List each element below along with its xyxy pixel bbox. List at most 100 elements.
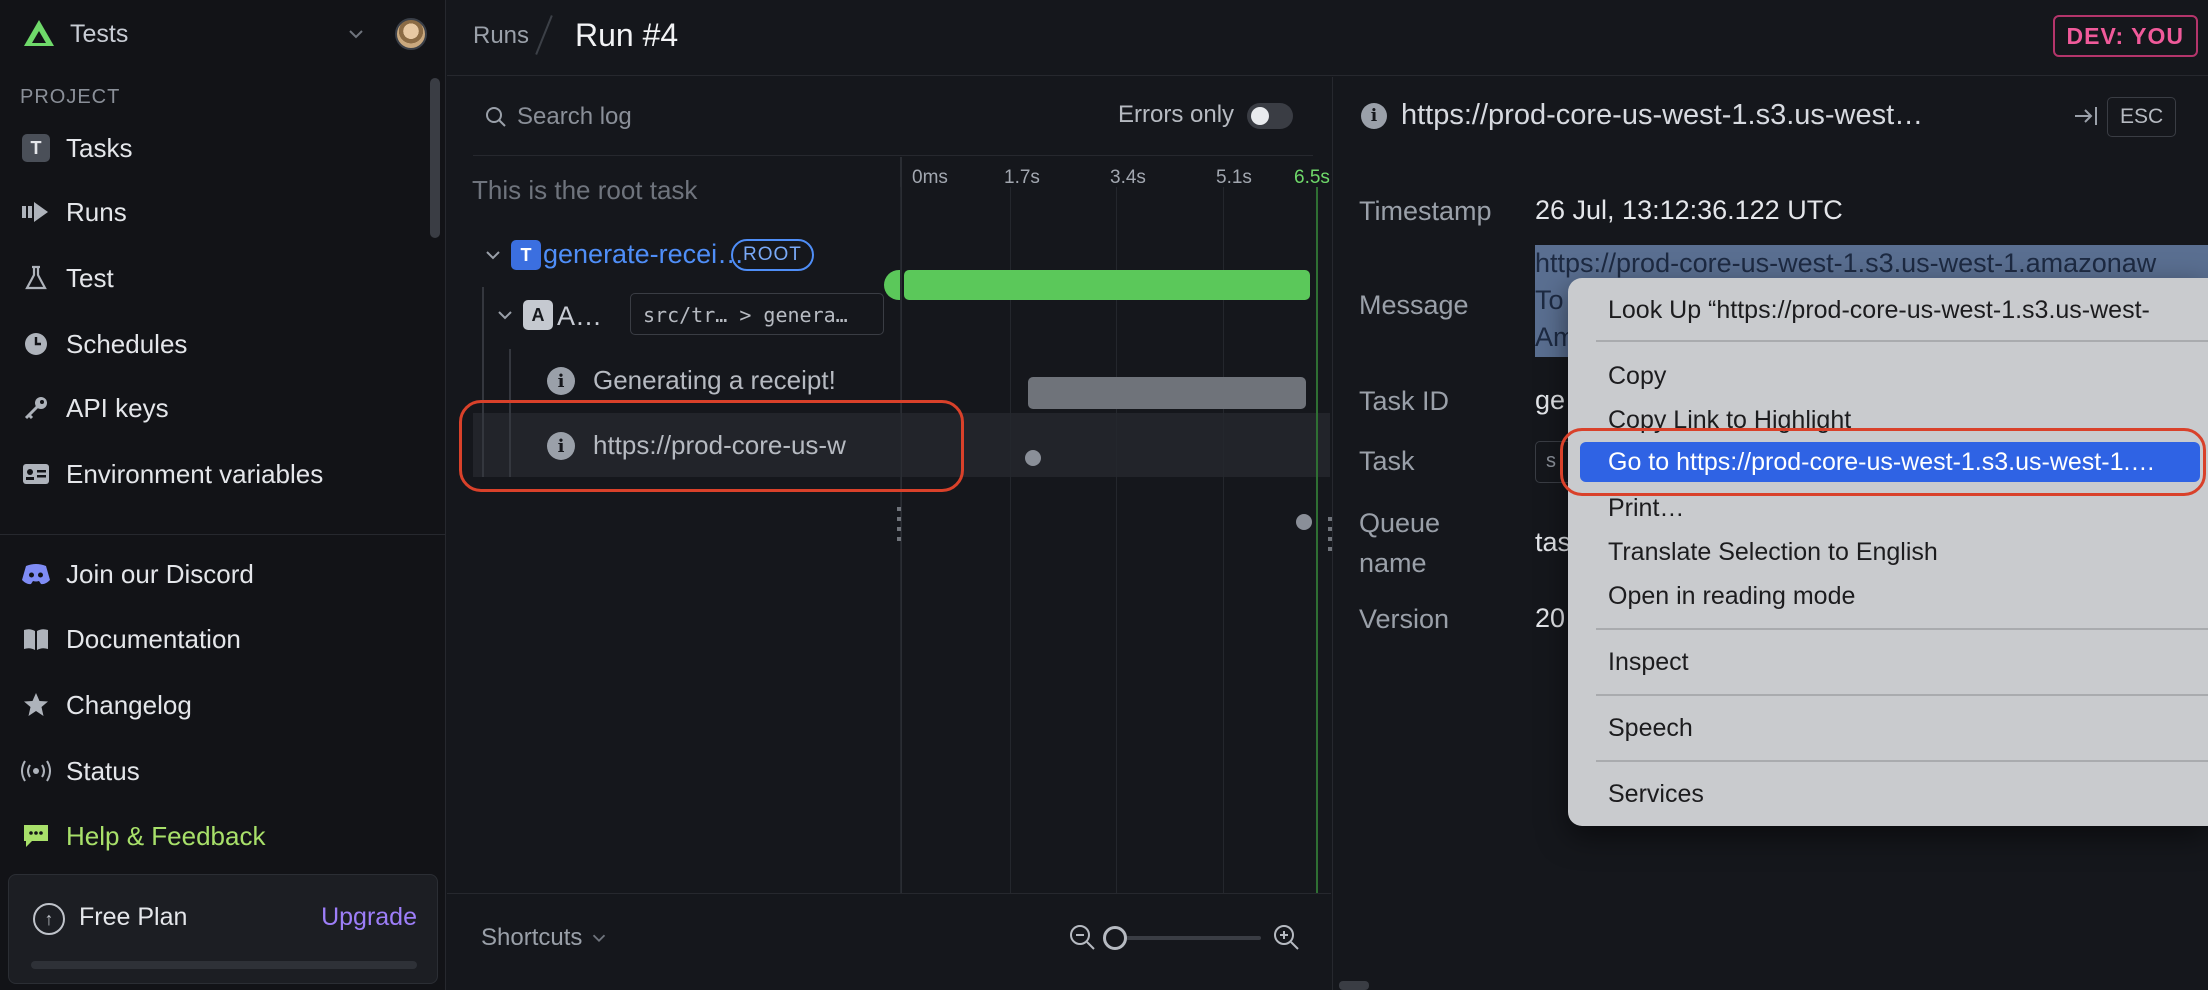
zoom-slider-track[interactable] <box>1109 936 1261 940</box>
timestamp-value: 26 Jul, 13:12:36.122 UTC <box>1535 195 1843 225</box>
collapse-panel-icon[interactable] <box>2071 101 2101 131</box>
sidebar-item-documentation[interactable]: Documentation <box>20 617 420 661</box>
chat-icon <box>20 820 52 852</box>
timeline-bar-attempt[interactable] <box>1028 377 1306 409</box>
task-label: Task <box>1359 446 1415 476</box>
key-icon <box>20 392 52 424</box>
sidebar-item-discord[interactable]: Join our Discord <box>20 552 420 596</box>
timeline-event-dot[interactable] <box>1296 514 1312 530</box>
attempt-file-path: src/tr… > genera… <box>630 293 884 335</box>
chevron-down-icon[interactable] <box>344 22 368 46</box>
timeline-gridline <box>1010 187 1011 971</box>
upgrade-link[interactable]: Upgrade <box>321 903 417 932</box>
attempt-name: A… <box>557 301 603 331</box>
shortcuts-button[interactable]: Shortcuts <box>481 924 610 952</box>
root-task-name: generate-recei… <box>543 239 745 269</box>
attempt-type-icon: A <box>523 300 553 330</box>
chevron-down-icon <box>593 934 606 943</box>
log-panel: Errors only This is the root task T gene… <box>447 77 1332 990</box>
tree-row-root-task[interactable]: T generate-recei… ROOT <box>473 225 903 285</box>
tree-row-log-event[interactable]: i Generating a receipt! <box>473 351 903 411</box>
timeline-tick: 0ms <box>912 167 948 188</box>
menu-item-print[interactable]: Print… <box>1580 488 2208 528</box>
avatar[interactable] <box>395 18 427 50</box>
log-bottom-bar: Shortcuts <box>447 893 1331 990</box>
plan-box: ↑ Free Plan Upgrade <box>8 874 438 984</box>
plan-usage-bar <box>31 961 417 969</box>
message-label: Message <box>1359 290 1469 320</box>
message-line: https://prod-core-us-west-1.s3.us-west-1… <box>1535 248 2157 278</box>
version-label: Version <box>1359 604 1450 634</box>
timeline-bar-root-task[interactable] <box>904 270 1310 300</box>
zoom-slider-thumb[interactable] <box>1103 926 1127 950</box>
errors-only-toggle[interactable] <box>1247 103 1293 129</box>
menu-separator <box>1596 628 2208 630</box>
detail-scrollbar[interactable] <box>1339 981 1369 990</box>
detail-title: i https://prod-core-us-west-1.s3.us-west… <box>1361 99 1923 132</box>
tasks-icon: T <box>22 134 50 162</box>
sidebar-item-label: Tasks <box>66 132 133 163</box>
root-badge: ROOT <box>731 239 814 271</box>
queue-name-label-line2: name <box>1359 548 1427 578</box>
sidebar-item-test[interactable]: Test <box>20 256 420 300</box>
sidebar-item-label: API keys <box>66 392 169 423</box>
chevron-down-icon[interactable] <box>493 303 517 327</box>
menu-item-reading-mode[interactable]: Open in reading mode <box>1580 576 2208 616</box>
esc-button[interactable]: ESC <box>2107 97 2177 137</box>
menu-item-copy-link-to-highlight[interactable]: Copy Link to Highlight <box>1580 400 2208 440</box>
queue-name-value: tas <box>1535 527 1572 557</box>
sidebar-scrollbar[interactable] <box>430 78 440 238</box>
sidebar-item-api-keys[interactable]: API keys <box>20 386 420 430</box>
menu-separator <box>1596 760 2208 762</box>
chevron-down-icon[interactable] <box>481 243 505 267</box>
root-task-caption: This is the root task <box>472 175 698 205</box>
tree-row-attempt[interactable]: A A… src/tr… > genera… <box>473 289 903 349</box>
plan-label: Free Plan <box>79 903 188 931</box>
menu-item-translate[interactable]: Translate Selection to English <box>1580 532 2208 572</box>
sidebar-item-tasks[interactable]: T Tasks <box>20 126 420 170</box>
version-value: 20 <box>1535 603 1566 633</box>
sidebar-item-help-feedback[interactable]: Help & Feedback <box>20 814 420 858</box>
menu-item-services[interactable]: Services <box>1580 774 2208 814</box>
timeline[interactable]: 0ms 1.7s 3.4s 5.1s 6.5s <box>884 157 1330 971</box>
menu-item-speech[interactable]: Speech <box>1580 708 2208 748</box>
sidebar-item-schedules[interactable]: Schedules <box>20 322 420 366</box>
zoom-out-icon[interactable] <box>1067 922 1097 952</box>
queue-name-label-line1: Queue <box>1359 508 1441 538</box>
timeline-current-marker <box>1316 187 1318 971</box>
search-input[interactable] <box>517 103 877 131</box>
runs-icon <box>20 196 52 228</box>
sidebar-item-environment-variables[interactable]: Environment variables <box>20 452 420 496</box>
trigger-logo-icon <box>24 20 54 46</box>
arrow-up-circle-icon: ↑ <box>33 903 65 935</box>
flask-icon <box>20 262 52 294</box>
menu-separator <box>1596 694 2208 696</box>
menu-item-inspect[interactable]: Inspect <box>1580 642 2208 682</box>
menu-item-go-to-url[interactable]: Go to https://prod-core-us-west-1.s3.us-… <box>1580 442 2200 482</box>
search-icon <box>486 107 506 127</box>
zoom-in-icon[interactable] <box>1271 922 1301 952</box>
detail-title-text: https://prod-core-us-west-1.s3.us-west… <box>1401 99 1924 131</box>
search-box[interactable] <box>483 97 883 137</box>
sidebar-item-label: Join our Discord <box>66 558 254 589</box>
tree-row-log-event-selected[interactable]: i https://prod-core-us-w <box>473 415 903 475</box>
project-selector[interactable]: Tests <box>22 14 432 54</box>
info-icon: i <box>1361 102 1387 129</box>
resize-handle[interactable] <box>897 507 901 543</box>
environment-badge[interactable]: DEV: YOU <box>2052 15 2198 57</box>
sidebar-item-status[interactable]: Status <box>20 749 420 793</box>
menu-item-copy[interactable]: Copy <box>1580 356 2208 396</box>
breadcrumb-runs[interactable]: Runs <box>473 22 529 50</box>
sidebar-divider <box>0 534 446 535</box>
sidebar-item-changelog[interactable]: Changelog <box>20 683 420 727</box>
task-id-value: ge <box>1535 385 1566 415</box>
book-icon <box>20 623 52 655</box>
sidebar-item-runs[interactable]: Runs <box>20 190 420 234</box>
timeline-gridline <box>1223 187 1224 971</box>
errors-only-label: Errors only <box>1118 101 1235 128</box>
sidebar-item-label: Runs <box>66 196 127 227</box>
shortcuts-label: Shortcuts <box>481 924 583 951</box>
menu-item-look-up[interactable]: Look Up “https://prod-core-us-west-1.s3.… <box>1580 290 2208 330</box>
project-name: Tests <box>70 20 129 48</box>
timeline-event-dot[interactable] <box>1025 450 1041 466</box>
